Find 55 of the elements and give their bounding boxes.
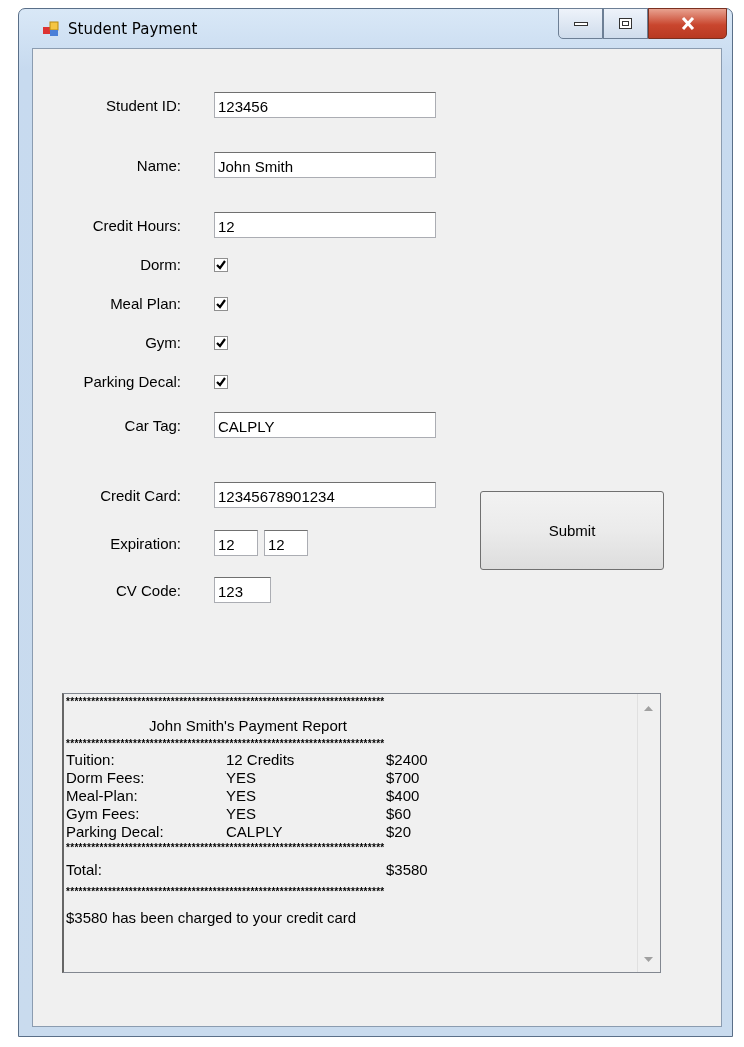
checkbox[interactable] <box>214 374 228 389</box>
field-label: Meal Plan: <box>109 295 181 312</box>
input-field[interactable]: 12 <box>214 530 258 556</box>
input-field[interactable]: 12 <box>264 530 308 556</box>
maximize-icon <box>619 18 632 29</box>
maximize-button[interactable] <box>603 8 648 39</box>
field-label: Credit Card: <box>99 486 181 504</box>
report-cell-text: Tuition: <box>66 751 116 769</box>
report-cell-text: $400 <box>386 787 421 805</box>
field-label: Dorm: <box>139 256 181 273</box>
input-field[interactable]: 12345678901234 <box>214 482 436 508</box>
checkbox[interactable] <box>214 257 228 272</box>
report-cell-text: YES <box>226 787 257 805</box>
input-field[interactable]: 123456 <box>214 92 436 118</box>
report-cell-text: Meal-Plan: <box>66 787 139 805</box>
report-message: $3580 has been charged to your credit card <box>66 908 358 927</box>
checkbox[interactable] <box>214 296 228 311</box>
input-field[interactable]: 12 <box>214 212 436 238</box>
separator-text: **************************************************************************** <box>66 843 385 853</box>
input-field[interactable]: 123 <box>214 577 271 603</box>
report-cell-text: $700 <box>386 769 421 787</box>
separator-text: **************************************************************************** <box>66 697 385 707</box>
report-cell-text: $2400 <box>386 751 429 769</box>
field-label: Parking Decal: <box>82 373 181 390</box>
minimize-icon <box>573 20 588 27</box>
report-cell-text: $3580 <box>386 861 429 879</box>
field-label: Car Tag: <box>123 416 181 434</box>
report-cell-text: Gym Fees: <box>66 805 141 823</box>
submit-button[interactable]: Submit <box>480 491 664 570</box>
report-cell-text: $60 <box>386 805 413 823</box>
input-field[interactable]: John Smith <box>214 152 436 178</box>
report-cell-text: Dorm Fees: <box>66 769 146 787</box>
field-label: Name: <box>135 156 181 174</box>
input-field[interactable]: CALPLY <box>214 412 436 438</box>
close-button[interactable] <box>648 8 727 39</box>
field-label: Gym: <box>144 334 181 351</box>
close-icon <box>679 17 696 30</box>
report-cell-text: $20 <box>386 823 413 841</box>
minimize-button[interactable] <box>558 8 603 39</box>
report-cell-text: YES <box>226 769 257 787</box>
field-label: Credit Hours: <box>91 216 181 234</box>
report-cell-text: CALPLY <box>226 823 284 841</box>
app-icon <box>42 19 60 38</box>
report-cell-text: Parking Decal: <box>66 823 165 841</box>
checkbox[interactable] <box>214 335 228 350</box>
separator-text: **************************************************************************** <box>66 887 385 897</box>
field-label: Student ID: <box>104 96 181 114</box>
report-cell-text: 12 Credits <box>226 751 296 769</box>
separator-text: **************************************************************************** <box>66 739 385 749</box>
field-label: Expiration: <box>109 534 181 552</box>
report-cell-text: Total: <box>66 861 103 879</box>
window-title: Student Payment <box>68 19 198 38</box>
field-label: CV Code: <box>114 581 181 599</box>
report-cell-text: YES <box>226 805 257 823</box>
report-title: John Smith's Payment Report <box>148 716 348 736</box>
